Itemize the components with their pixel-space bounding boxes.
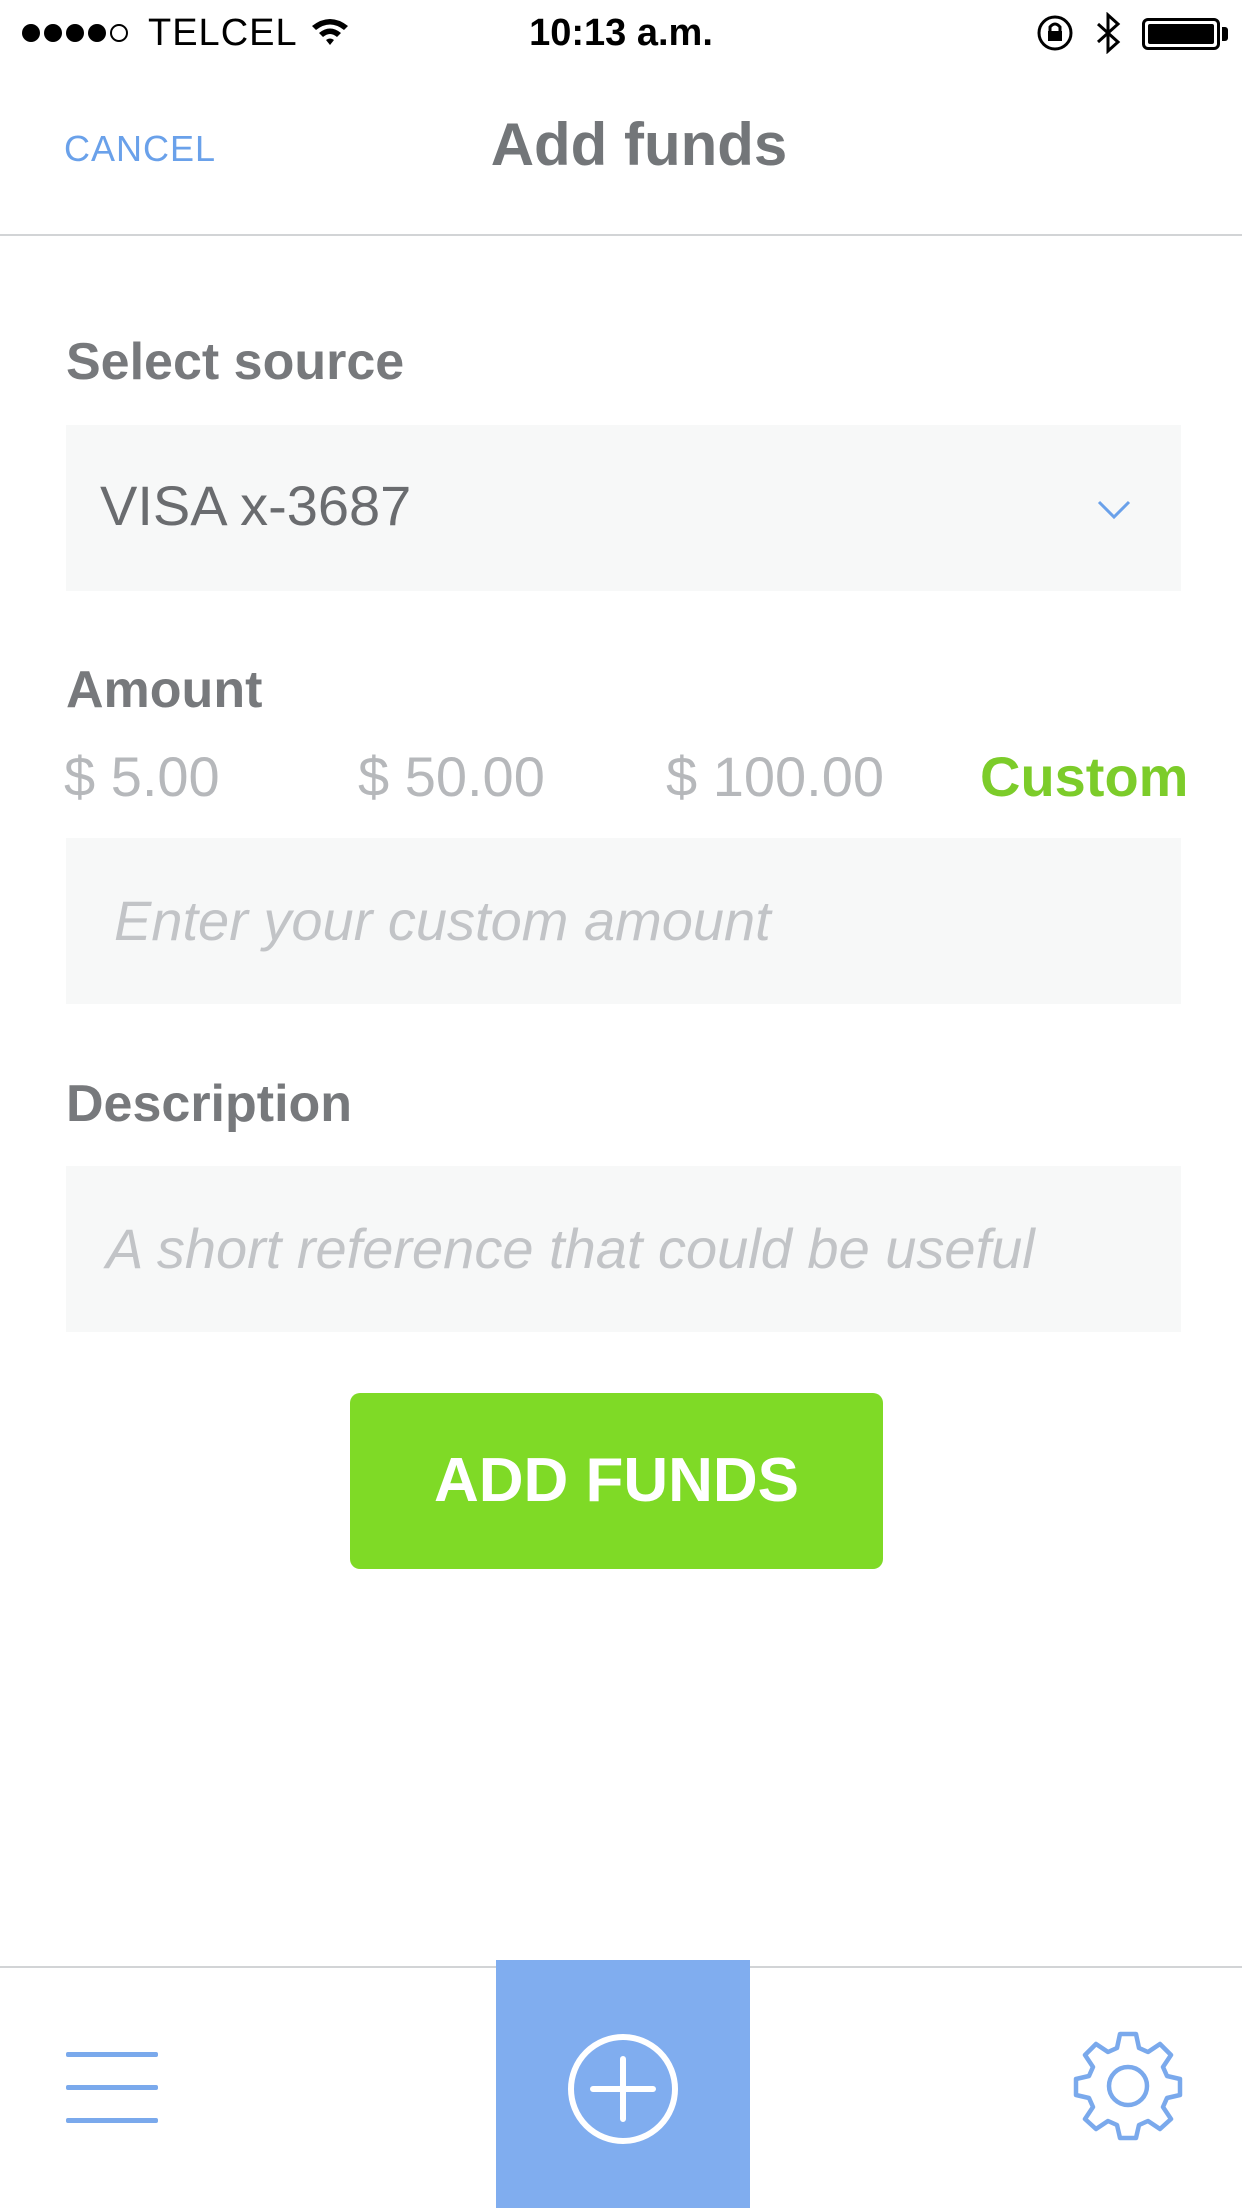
menu-icon[interactable] (66, 2052, 158, 2124)
source-selected-value: VISA x-3687 (100, 474, 412, 537)
description-input[interactable]: A short reference that could be useful (66, 1166, 1181, 1332)
custom-amount-input[interactable]: Enter your custom amount (66, 838, 1181, 1004)
battery-icon (1142, 18, 1220, 50)
rotation-lock-icon (1037, 15, 1073, 51)
source-select[interactable]: VISA x-3687 (66, 425, 1181, 591)
description-label: Description (66, 1075, 353, 1133)
plus-circle-icon (568, 2034, 678, 2144)
amount-option-100[interactable]: $ 100.00 (666, 744, 884, 809)
add-funds-button[interactable]: ADD FUNDS (350, 1393, 883, 1569)
amount-option-50[interactable]: $ 50.00 (358, 744, 545, 809)
amount-label: Amount (66, 661, 263, 719)
page-title: Add funds (490, 111, 788, 178)
bluetooth-icon (1096, 12, 1121, 54)
description-placeholder: A short reference that could be useful (106, 1217, 1035, 1280)
source-label: Select source (66, 333, 405, 391)
custom-amount-placeholder: Enter your custom amount (114, 889, 771, 952)
add-tab-button[interactable] (496, 1960, 750, 2208)
chevron-down-icon (1097, 500, 1131, 520)
amount-option-custom[interactable]: Custom (980, 744, 1188, 809)
status-bar: TELCEL 10:13 a.m. (0, 0, 1242, 68)
battery-tip (1222, 27, 1228, 41)
gear-icon[interactable] (1070, 2028, 1186, 2144)
nav-bar: CANCEL Add funds (0, 68, 1242, 236)
amount-option-5[interactable]: $ 5.00 (64, 744, 220, 809)
